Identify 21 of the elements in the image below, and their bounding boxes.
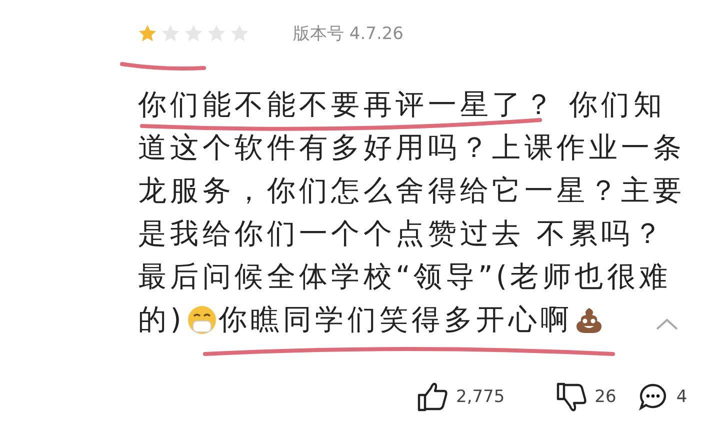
- like-count: 2,775: [456, 387, 505, 407]
- review-text: 是我给你们一个个点赞过去 不累吗？: [138, 220, 666, 248]
- comment-icon[interactable]: [638, 382, 668, 412]
- thumbs-down-icon[interactable]: [554, 381, 587, 413]
- review-text: 你瞧同学们笑得多开心啊: [218, 306, 573, 334]
- review-text: 道这个软件有多好用吗？上课作业一条: [138, 134, 686, 162]
- dislike-count: 26: [594, 387, 616, 407]
- poop-emoji-icon: [574, 306, 603, 334]
- star-icon: [230, 24, 249, 43]
- star-icon: [184, 24, 203, 43]
- comment-count: 4: [676, 387, 688, 407]
- review-text: 你们能不能不要再评一星了？ 你们知: [138, 90, 666, 118]
- star-icon: [138, 24, 157, 43]
- version-label: 版本号 4.7.26: [293, 23, 404, 45]
- review-text: 的): [138, 306, 185, 334]
- thumbs-up-icon[interactable]: [416, 381, 448, 413]
- review-text: 龙服务，你们怎么舍得给它一星？主要: [138, 176, 686, 204]
- star-icon: [161, 24, 180, 43]
- review-text: 最后问候全体学校“领导”(老师也很难: [138, 262, 672, 290]
- mask-face-emoji-icon: [186, 304, 217, 334]
- star-icon: [207, 24, 226, 43]
